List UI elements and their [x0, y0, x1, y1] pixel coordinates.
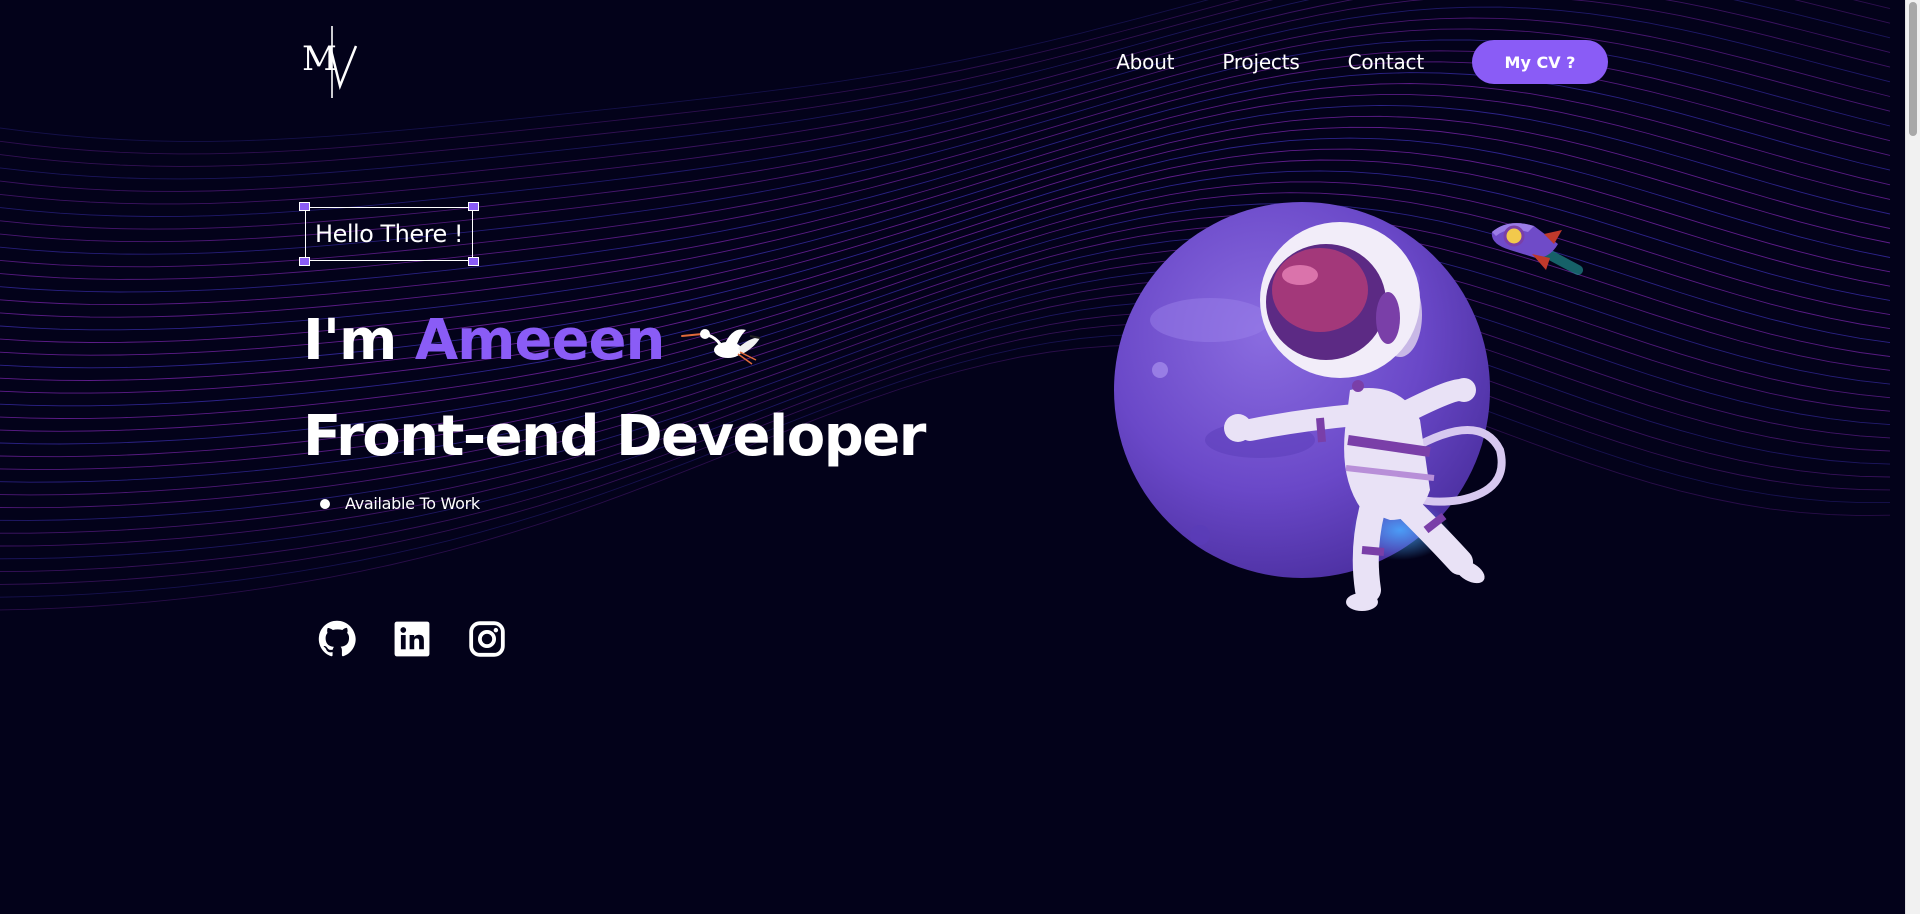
background-wave-line — [0, 312, 1891, 573]
background-wave-line — [0, 148, 1891, 381]
intro-prefix: I'm — [303, 308, 397, 373]
background-waves — [0, 0, 1891, 611]
scrollbar-thumb[interactable] — [1909, 2, 1917, 136]
portfolio-page: M About Projects Contact My CV ? Hello T… — [0, 0, 1920, 914]
nav-about-link[interactable]: About — [1116, 50, 1174, 74]
resize-handle — [468, 257, 479, 266]
status-text: Available To Work — [345, 494, 480, 513]
instagram-icon[interactable] — [468, 620, 506, 658]
background-wave-line — [0, 137, 1891, 369]
rocket-icon — [1491, 223, 1583, 275]
background-wave-line — [0, 203, 1891, 445]
background-wave-line — [0, 0, 1891, 180]
intro-name: Ameeen — [414, 308, 665, 373]
nav-contact-link[interactable]: Contact — [1348, 50, 1425, 74]
main-nav: About Projects Contact My CV ? — [1116, 40, 1608, 84]
cv-button[interactable]: My CV ? — [1472, 40, 1608, 84]
intro-heading: I'm Ameeen — [303, 304, 665, 378]
role-heading: Front-end Developer — [303, 404, 926, 469]
background-wave-line — [0, 333, 1890, 598]
greeting-box: Hello There ! — [299, 202, 479, 266]
stork-icon — [681, 329, 761, 365]
resize-handle — [299, 202, 310, 211]
greeting-text: Hello There ! — [315, 220, 463, 248]
background-wave-line — [0, 290, 1891, 547]
linkedin-icon[interactable] — [393, 620, 431, 658]
background-wave-line — [0, 344, 1891, 611]
background-wave-line — [0, 61, 1891, 280]
background-wave-line — [0, 224, 1891, 470]
status-dot-icon — [320, 498, 330, 509]
logo-icon[interactable]: M — [300, 26, 364, 98]
availability-status: Available To Work — [320, 494, 480, 513]
background-wave-line — [0, 126, 1891, 356]
resize-handle — [299, 257, 310, 266]
resize-handle — [468, 202, 479, 211]
background-wave-line — [0, 159, 1891, 394]
nav-projects-link[interactable]: Projects — [1222, 50, 1299, 74]
background-wave-line — [0, 0, 1891, 205]
vertical-scrollbar[interactable] — [1905, 0, 1920, 914]
background-wave-line — [0, 72, 1891, 293]
social-links — [318, 620, 543, 658]
background-wave-line — [0, 301, 1891, 560]
github-icon[interactable] — [318, 620, 356, 658]
background-wave-line — [0, 115, 1891, 343]
